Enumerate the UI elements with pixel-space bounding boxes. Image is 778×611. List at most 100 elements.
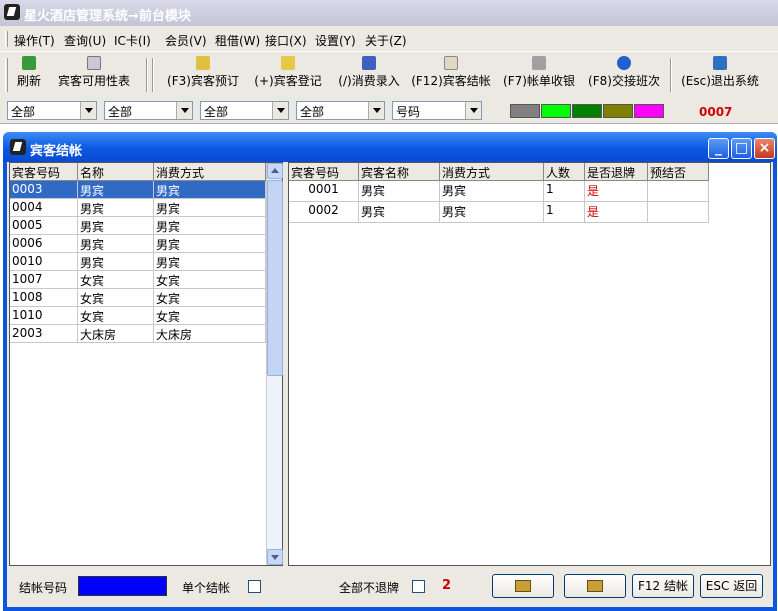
col-header-guest-no[interactable]: 宾客号码 xyxy=(289,163,359,181)
table-cell[interactable]: 0010 xyxy=(10,253,78,271)
table-cell[interactable]: 男宾 xyxy=(154,235,266,253)
table-cell[interactable]: 是 xyxy=(585,181,648,202)
cashier-button[interactable]: (F7)帐单收银 xyxy=(501,56,577,96)
table-cell[interactable]: 1 xyxy=(544,202,585,223)
shift-button[interactable]: (F8)交接班次 xyxy=(586,56,662,96)
table-cell[interactable]: 男宾 xyxy=(78,235,154,253)
col-header-count[interactable]: 人数 xyxy=(544,163,585,181)
table-cell[interactable]: 女宾 xyxy=(78,307,154,325)
vertical-scrollbar[interactable] xyxy=(266,163,283,565)
table-cell[interactable]: 0003 xyxy=(10,181,78,199)
close-button[interactable]: × xyxy=(754,138,775,159)
chevron-down-icon[interactable] xyxy=(368,102,384,119)
scroll-thumb[interactable] xyxy=(267,180,283,376)
checkin-button[interactable]: (+)宾客登记 xyxy=(252,56,324,96)
menu-operate[interactable]: 操作(T) xyxy=(14,32,55,49)
table-cell[interactable]: 男宾 xyxy=(359,181,440,202)
table-cell[interactable]: 女宾 xyxy=(78,271,154,289)
scroll-up-icon[interactable] xyxy=(267,163,283,179)
reserve-button[interactable]: (F3)宾客预订 xyxy=(165,56,241,96)
maximize-button[interactable]: □ xyxy=(731,138,752,159)
table-cell[interactable]: 0001 xyxy=(289,181,359,202)
table-cell[interactable]: 男宾 xyxy=(154,199,266,217)
refresh-label: 刷新 xyxy=(16,74,41,88)
table-cell[interactable]: 男宾 xyxy=(440,181,544,202)
table-cell[interactable]: 男宾 xyxy=(78,199,154,217)
table-cell[interactable]: 男宾 xyxy=(154,253,266,271)
folder-icon xyxy=(281,56,295,70)
table-cell[interactable]: 男宾 xyxy=(359,202,440,223)
table-cell[interactable]: 男宾 xyxy=(78,253,154,271)
table-cell[interactable]: 男宾 xyxy=(440,202,544,223)
envelope-icon xyxy=(444,56,458,70)
menu-iccard[interactable]: IC卡(I) xyxy=(114,32,151,49)
col-header-consume-type[interactable]: 消费方式 xyxy=(440,163,544,181)
dialog-title-bar: 宾客结帐 _ □ × xyxy=(3,132,777,162)
table-cell[interactable]: 男宾 xyxy=(78,181,154,199)
scroll-down-icon[interactable] xyxy=(267,549,283,565)
table-cell[interactable]: 1 xyxy=(544,181,585,202)
toolbar-separator xyxy=(146,58,148,92)
table-cell[interactable]: 女宾 xyxy=(154,271,266,289)
menu-member[interactable]: 会员(V) xyxy=(165,32,207,49)
exit-button[interactable]: (Esc)退出系统 xyxy=(678,56,762,96)
reserve-label: (F3)宾客预订 xyxy=(167,74,239,88)
status-code: 0007 xyxy=(699,105,733,119)
refresh-button[interactable]: 刷新 xyxy=(14,56,44,96)
folder-out-icon xyxy=(587,580,603,592)
chevron-down-icon[interactable] xyxy=(176,102,192,119)
checkin-label: (+)宾客登记 xyxy=(254,74,322,88)
table-cell[interactable]: 0002 xyxy=(289,202,359,223)
table-cell[interactable]: 0004 xyxy=(10,199,78,217)
table-cell[interactable]: 1010 xyxy=(10,307,78,325)
col-header-consume-type[interactable]: 消费方式 xyxy=(154,163,266,181)
col-header-prebill[interactable]: 预结否 xyxy=(648,163,709,181)
single-checkout-checkbox[interactable] xyxy=(248,580,261,593)
table-cell[interactable]: 女宾 xyxy=(154,289,266,307)
table-cell[interactable] xyxy=(648,202,709,223)
availability-button[interactable]: 宾客可用性表 xyxy=(51,56,137,96)
col-header-return-card[interactable]: 是否退牌 xyxy=(585,163,648,181)
combo-value: 全部 xyxy=(300,105,325,119)
export-button[interactable] xyxy=(564,574,626,598)
table-cell[interactable]: 男宾 xyxy=(78,217,154,235)
filter-combo-2[interactable]: 全部 xyxy=(104,101,193,120)
checkout-button[interactable]: (F12)宾客结帐 xyxy=(410,56,492,96)
consume-button[interactable]: (/)消费录入 xyxy=(335,56,403,96)
col-header-guest-no[interactable]: 宾客号码 xyxy=(10,163,78,181)
menu-query[interactable]: 查询(U) xyxy=(64,32,106,49)
menu-interface[interactable]: 接口(X) xyxy=(265,32,307,49)
table-cell[interactable]: 女宾 xyxy=(78,289,154,307)
table-cell[interactable]: 大床房 xyxy=(78,325,154,343)
table-cell[interactable] xyxy=(648,181,709,202)
filter-combo-4[interactable]: 全部 xyxy=(296,101,385,120)
table-cell[interactable]: 女宾 xyxy=(154,307,266,325)
chevron-down-icon[interactable] xyxy=(80,102,96,119)
minimize-button[interactable]: _ xyxy=(708,138,729,159)
filter-combo-3[interactable]: 全部 xyxy=(200,101,289,120)
table-cell[interactable]: 0006 xyxy=(10,235,78,253)
menu-about[interactable]: 关于(Z) xyxy=(365,32,407,49)
f12-checkout-button[interactable]: F12 结帐 xyxy=(632,574,694,598)
import-button[interactable] xyxy=(492,574,554,598)
menu-settings[interactable]: 设置(Y) xyxy=(315,32,356,49)
menu-rent[interactable]: 租借(W) xyxy=(215,32,260,49)
table-cell[interactable]: 大床房 xyxy=(154,325,266,343)
col-header-guest-name[interactable]: 宾客名称 xyxy=(359,163,440,181)
scissors-icon xyxy=(362,56,376,70)
checkout-no-field[interactable] xyxy=(78,576,167,596)
table-cell[interactable]: 是 xyxy=(585,202,648,223)
col-header-name[interactable]: 名称 xyxy=(78,163,154,181)
table-cell[interactable]: 2003 xyxy=(10,325,78,343)
chevron-down-icon[interactable] xyxy=(465,102,481,119)
table-cell[interactable]: 1007 xyxy=(10,271,78,289)
esc-return-button[interactable]: ESC 返回 xyxy=(700,574,763,598)
filter-combo-1[interactable]: 全部 xyxy=(7,101,97,120)
filter-combo-5[interactable]: 号码 xyxy=(392,101,482,120)
chevron-down-icon[interactable] xyxy=(272,102,288,119)
all-no-return-checkbox[interactable] xyxy=(412,580,425,593)
table-cell[interactable]: 男宾 xyxy=(154,181,266,199)
table-cell[interactable]: 男宾 xyxy=(154,217,266,235)
table-cell[interactable]: 0005 xyxy=(10,217,78,235)
table-cell[interactable]: 1008 xyxy=(10,289,78,307)
